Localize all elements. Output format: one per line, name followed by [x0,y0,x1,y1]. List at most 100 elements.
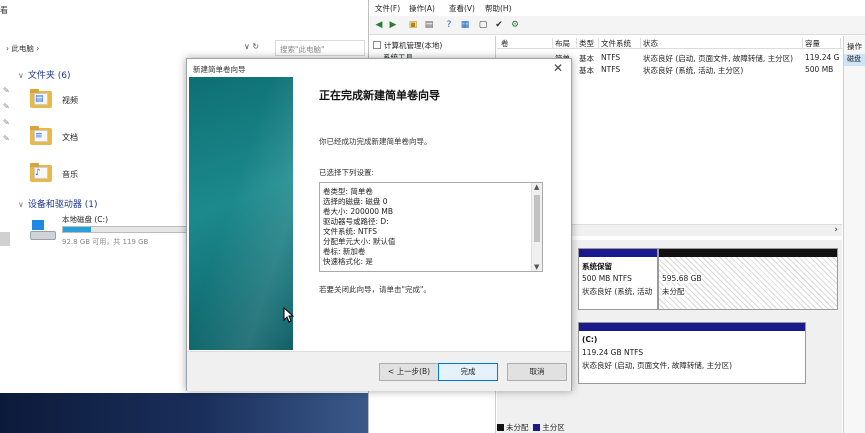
finish-button[interactable]: 完成 [438,363,498,381]
address-dropdown-refresh[interactable]: ∨ ↻ [244,42,259,51]
partition-size: 119.24 GB NTFS [582,348,644,357]
column-header-type[interactable]: 类型 [579,38,599,49]
scroll-thumb[interactable] [534,195,540,242]
legend-swatch-primary [533,424,541,431]
legend-label: 主分区 [542,423,565,432]
cell-capacity: 119.24 G [805,53,840,62]
breadcrumb[interactable]: › 此电脑 › [6,43,39,54]
dialog-title: 新建简单卷向导 [193,65,246,74]
vertical-scrollbar[interactable]: ▲ ▼ [531,183,542,271]
document-folder-icon[interactable]: ≡ [30,126,52,146]
disk-legend: 未分配 主分区 [497,422,565,433]
drive-usage-bar [62,226,192,233]
chevron-right-icon[interactable]: › [834,225,838,235]
folder-label-video[interactable]: 视频 [62,95,78,106]
column-header-capacity[interactable]: 容量 [805,38,841,49]
settings-summary-textbox[interactable]: 卷类型: 简单卷 选择的磁盘: 磁盘 0 卷大小: 200000 MB 驱动器号… [319,182,543,272]
actions-title: 操作 [847,42,862,51]
column-header-layout[interactable]: 布局 [555,38,577,49]
folder-label-documents[interactable]: 文档 [62,132,78,143]
menu-file[interactable]: 文件(F) [375,3,400,14]
scroll-up-icon[interactable]: ▲ [534,183,539,191]
pin-icon: ✎ [3,86,10,95]
scroll-down-icon[interactable]: ▼ [534,263,539,271]
menu-action[interactable]: 操作(A) [409,3,435,14]
cell-type: 基本 [579,54,594,63]
partition-size: 500 MB NTFS [582,274,632,283]
settings-line: 快速格式化: 是 [323,257,373,266]
dialog-button-bar: < 上一步(B) 完成 取消 [187,351,571,391]
chevron-down-icon: ∨ [18,71,24,80]
close-icon[interactable]: ✕ [553,61,563,75]
forward-arrow-icon[interactable]: ▶ [387,19,399,31]
back-arrow-icon[interactable]: ◀ [373,19,385,31]
folder-up-icon[interactable]: ▣ [407,19,419,31]
partition-status: 状态良好 (启动, 页面文件, 故障转储, 主分区) [582,361,733,370]
drive-usage-fill [63,227,92,232]
tools-icon[interactable]: ⚙ [509,19,521,31]
drive-label[interactable]: 本地磁盘 (C:) [62,214,108,225]
partition-status: 状态良好 (系统, 活动 [582,287,653,296]
devices-header-label: 设备和驱动器 (1) [27,200,98,210]
desktop: 看 › 此电脑 › ∨ ↻ 搜索"此电脑" ∨ 文件夹 (6) ✎ ✎ ✎ ✎ ▤… [0,0,865,433]
explorer-title-bar: 看 [0,0,370,20]
video-folder-icon[interactable]: ▤ [30,89,52,109]
partition-c-drive[interactable]: (C:) 119.24 GB NTFS 状态良好 (启动, 页面文件, 故障转储… [578,322,806,384]
legend-swatch-unallocated [497,424,504,431]
back-button[interactable]: < 上一步(B) [379,363,439,381]
wizard-intro: 你已经成功完成新建简单卷向导。 [319,137,432,146]
cell-type: 基本 [579,66,594,75]
explorer-ribbon-tab[interactable]: 看 [0,5,8,16]
wizard-heading: 正在完成新建简单卷向导 [319,89,440,102]
folders-section-header[interactable]: ∨ 文件夹 (6) [18,68,70,81]
show-hide-tree-icon[interactable]: ▤ [423,19,435,31]
new-simple-volume-wizard: 新建简单卷向导 ✕ 正在完成新建简单卷向导 你已经成功完成新建简单卷向导。 已选… [186,58,572,391]
cancel-button[interactable]: 取消 [507,363,567,381]
tree-item-computer-management[interactable]: 计算机管理(本地) [373,40,442,51]
desktop-background [0,393,370,433]
column-header-volume[interactable]: 卷 [501,38,553,49]
actions-pane: 操作 磁盘 [843,36,865,433]
export-list-icon[interactable]: ▢ [477,19,489,31]
address-bar[interactable]: › 此电脑 › ∨ ↻ 搜索"此电脑" [0,40,365,56]
cell-filesystem: NTFS [601,53,621,62]
search-input[interactable]: 搜索"此电脑" [275,40,365,56]
cell-filesystem: NTFS [601,65,621,74]
window-edge [0,232,10,246]
column-header-filesystem[interactable]: 文件系统 [601,38,641,49]
actions-item-disk[interactable]: 磁盘 [844,54,865,66]
music-folder-icon[interactable]: ♪ [30,163,52,183]
menu-bar: 文件(F) 操作(A) 查看(V) 帮助(H) [369,0,865,16]
properties-icon[interactable]: ▦ [459,19,471,31]
menu-view[interactable]: 查看(V) [449,3,475,14]
wizard-banner-image [189,77,293,350]
settings-label: 已选择下列设置: [319,168,375,177]
folders-header-label: 文件夹 (6) [27,71,71,81]
column-header-status[interactable]: 状态 [643,38,803,49]
partition-name: 系统保留 [582,262,612,271]
legend-label: 未分配 [506,423,529,432]
local-disk-icon[interactable] [30,220,56,242]
cell-status: 状态良好 (启动, 页面文件, 故障转储, 主分区) [643,54,794,63]
folder-label-music[interactable]: 音乐 [62,169,78,180]
partition-size: 595.68 GB [662,274,702,283]
pin-icon: ✎ [3,102,10,111]
devices-section-header[interactable]: ∨ 设备和驱动器 (1) [18,197,97,210]
toolbar: ◀ ▶ ▣ ▤ ? ▦ ▢ ✔ ⚙ [369,16,865,35]
help-icon[interactable]: ? [443,19,455,31]
cell-capacity: 500 MB [805,65,834,74]
partition-status: 未分配 [662,286,685,297]
drive-free-space: 92.8 GB 可用，共 119 GB [62,238,149,246]
dialog-title-bar[interactable]: 新建简单卷向导 ✕ [187,59,571,77]
chevron-down-icon: ∨ [18,200,24,209]
partition-system-reserved[interactable]: 系统保留 500 MB NTFS 状态良好 (系统, 活动 [578,248,658,310]
pin-icon: ✎ [3,118,10,127]
menu-help[interactable]: 帮助(H) [485,3,512,14]
volume-list-header: 卷 布局 类型 文件系统 状态 容量 [497,36,842,49]
close-hint: 若要关闭此向导，请单击"完成"。 [319,285,431,294]
computer-icon [373,41,381,49]
tree-label: 计算机管理(本地) [384,41,443,50]
partition-unallocated[interactable]: 595.68 GB 未分配 [658,248,838,310]
check-icon[interactable]: ✔ [493,19,505,31]
cell-status: 状态良好 (系统, 活动, 主分区) [643,66,744,75]
